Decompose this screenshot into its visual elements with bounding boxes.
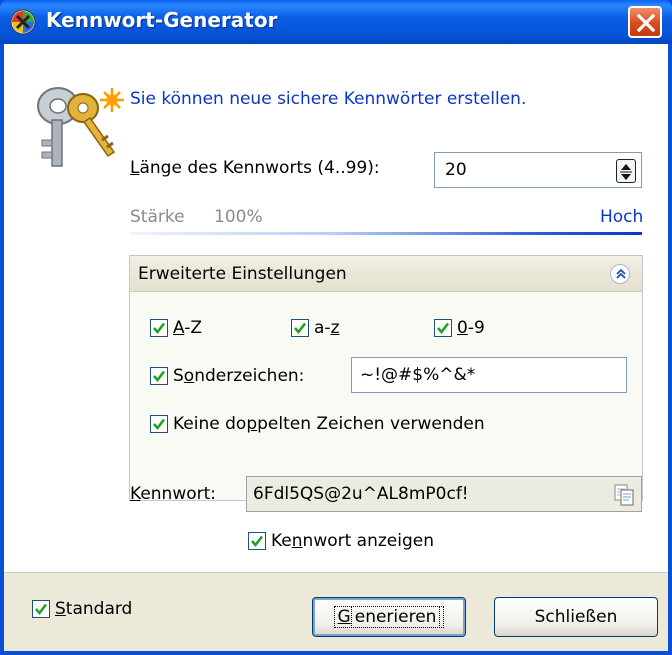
strength-label: Stärke [130,207,185,227]
checkbox-check-icon [153,370,166,383]
checkbox-check-icon [251,535,264,548]
checkbox-show-password[interactable]: Kennwort anzeigen [248,531,434,551]
intro-text: Sie können neue sichere Kennwörter erste… [130,89,527,109]
window-title: Kennwort-Generator [46,8,278,32]
checkbox-check-icon [153,322,166,335]
dialog-window: Kennwort-Generator Sie können neue siche… [0,0,672,655]
special-chars-input[interactable]: ~!@#$%^&* [351,357,627,393]
checkbox-check-icon [437,322,450,335]
strength-bar [130,232,642,235]
length-value[interactable]: 20 [445,160,467,180]
length-label: Länge des Kennworts (4..99): [130,158,380,178]
checkbox-show-password-label: Kennwort anzeigen [271,531,435,551]
checkbox-check-icon [35,603,48,616]
checkbox-standard[interactable]: Standard [32,599,132,619]
password-output-field[interactable]: 6Fdl5QS@2u^AL8mP0cf! [246,476,642,512]
checkbox-digits-label: 0-9 [457,318,485,338]
collapse-chevron-icon [616,268,626,279]
special-chars-value[interactable]: ~!@#$%^&* [360,365,475,385]
checkbox-digits[interactable]: 0-9 [434,318,485,338]
advanced-settings-panel: Erweiterte Einstellungen A-Z a-z 0-9 Son… [129,255,643,501]
app-icon [10,9,36,35]
checkbox-show-password-box[interactable] [248,532,266,550]
collapse-button[interactable] [610,264,630,284]
checkbox-special-box[interactable] [150,367,168,385]
checkbox-uppercase-box[interactable] [150,319,168,337]
generate-button-label: Generieren [333,606,445,628]
checkbox-lowercase-label: a-z [314,318,340,338]
close-button[interactable]: Schließen [494,597,658,637]
strength-value: 100% [214,207,263,227]
checkbox-standard-box[interactable] [32,600,50,618]
checkbox-no-duplicates-box[interactable] [150,415,168,433]
advanced-settings-header[interactable]: Erweiterte Einstellungen [130,256,642,292]
generate-button[interactable]: Generieren [312,597,466,637]
window-bottom-border [0,651,672,655]
checkbox-uppercase-label: A-Z [173,318,203,338]
length-spinner[interactable] [616,159,636,183]
checkbox-no-duplicates-label: Keine doppelten Zeichen verwenden [173,414,485,434]
checkbox-special-label: Sonderzeichen: [173,366,305,386]
checkbox-standard-label: Standard [55,599,133,619]
close-icon [636,13,656,33]
title-bar[interactable]: Kennwort-Generator [0,0,672,44]
password-label: Kennwort: [130,484,217,504]
checkbox-no-duplicates[interactable]: Keine doppelten Zeichen verwenden [150,414,485,434]
close-window-button[interactable] [628,6,662,38]
checkbox-check-icon [294,322,307,335]
checkbox-uppercase[interactable]: A-Z [150,318,202,338]
checkbox-special[interactable]: Sonderzeichen: [150,366,304,386]
checkbox-lowercase-box[interactable] [291,319,309,337]
dialog-client-area: Sie können neue sichere Kennwörter erste… [4,44,668,655]
keys-icon [37,87,124,167]
checkbox-lowercase[interactable]: a-z [291,318,340,338]
checkbox-check-icon [153,418,166,431]
copy-icon[interactable] [613,483,635,507]
password-value[interactable]: 6Fdl5QS@2u^AL8mP0cf! [253,484,469,504]
strength-level: Hoch [600,207,644,227]
advanced-settings-title: Erweiterte Einstellungen [138,264,347,284]
spinner-icon [620,164,632,180]
checkbox-digits-box[interactable] [434,319,452,337]
length-input[interactable]: 20 [434,152,642,188]
